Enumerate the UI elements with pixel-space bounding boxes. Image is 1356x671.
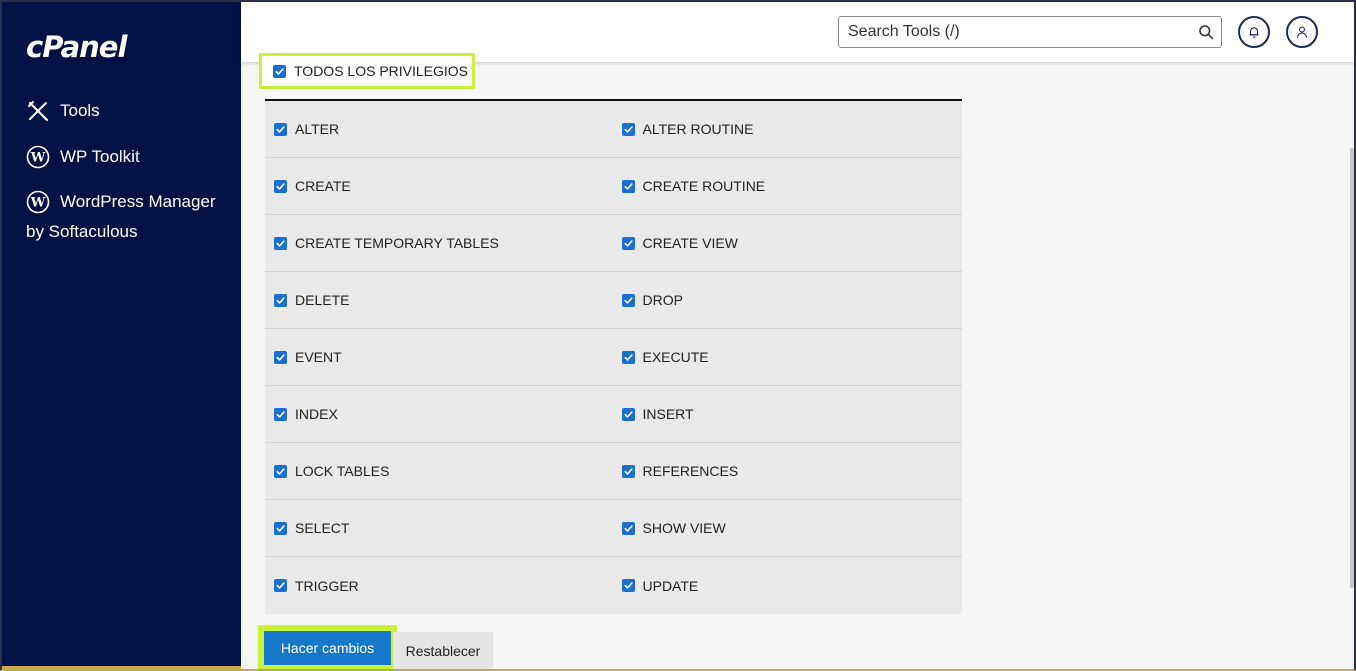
checkbox-checked[interactable] xyxy=(274,179,287,193)
privilege-checkbox[interactable]: CREATE VIEW xyxy=(614,215,963,271)
checkbox-checked[interactable] xyxy=(621,179,635,193)
privilege-checkbox[interactable]: EVENT xyxy=(265,329,614,385)
wordpress-icon: W xyxy=(26,190,50,214)
checkbox-checked[interactable] xyxy=(621,407,635,421)
wordpress-icon: W xyxy=(26,145,50,169)
checkbox-checked[interactable] xyxy=(274,350,287,364)
checkbox-checked[interactable] xyxy=(621,293,635,307)
privilege-label: SHOW VIEW xyxy=(642,520,726,536)
save-changes-button[interactable]: Hacer cambios xyxy=(258,625,397,671)
user-icon xyxy=(1295,25,1309,39)
checkbox-checked[interactable] xyxy=(621,350,635,364)
checkbox-checked[interactable] xyxy=(621,236,635,250)
privilege-label: CREATE TEMPORARY TABLES xyxy=(295,235,499,251)
privilege-checkbox[interactable]: SELECT xyxy=(265,500,614,556)
reset-button[interactable]: Restablecer xyxy=(393,632,493,669)
privilege-label: INSERT xyxy=(642,406,694,422)
privilege-row: CREATE CREATE ROUTINE xyxy=(265,158,962,215)
sidebar-item-sublabel: by Softaculous xyxy=(26,222,138,241)
privilege-label: DROP xyxy=(642,292,683,308)
privilege-label: ALTER xyxy=(295,121,340,137)
sidebar-item-label: Tools xyxy=(60,101,100,120)
privilege-label: LOCK TABLES xyxy=(295,463,390,479)
sidebar-item-wordpress-manager[interactable]: W WordPress Manager by Softaculous xyxy=(26,190,226,242)
privilege-checkbox[interactable]: EXECUTE xyxy=(614,329,963,385)
all-privileges-label: TODOS LOS PRIVILEGIOS xyxy=(294,63,469,79)
privilege-label: EVENT xyxy=(295,349,342,365)
privilege-checkbox[interactable]: CREATE ROUTINE xyxy=(614,158,963,214)
search-input[interactable] xyxy=(839,17,1191,47)
cpanel-logo: cPanel xyxy=(26,30,127,64)
privilege-checkbox[interactable]: INDEX xyxy=(265,386,614,442)
privilege-label: INDEX xyxy=(295,406,338,422)
svg-text:W: W xyxy=(30,196,46,211)
sidebar-item-tools[interactable]: Tools xyxy=(26,99,100,123)
checkbox-checked[interactable] xyxy=(274,122,287,136)
privilege-row: CREATE TEMPORARY TABLES CREATE VIEW xyxy=(265,215,962,272)
privilege-checkbox[interactable]: TRIGGER xyxy=(265,557,614,614)
scrollbar[interactable] xyxy=(1350,148,1354,588)
privilege-label: SELECT xyxy=(295,520,350,536)
sidebar: cPanel Tools W WP Toolkit W WordPress Ma… xyxy=(2,2,241,669)
privilege-label: UPDATE xyxy=(642,577,699,594)
privilege-row: EVENT EXECUTE xyxy=(265,329,962,386)
checkbox-checked[interactable] xyxy=(621,122,635,136)
privilege-checkbox[interactable]: SHOW VIEW xyxy=(614,500,963,556)
privilege-checkbox[interactable]: CREATE xyxy=(265,158,614,214)
privilege-checkbox[interactable]: DROP xyxy=(614,272,963,328)
privilege-checkbox[interactable]: ALTER ROUTINE xyxy=(614,101,963,157)
privilege-checkbox[interactable]: LOCK TABLES xyxy=(265,443,614,499)
sidebar-item-label: WordPress Manager xyxy=(60,192,216,211)
checkbox-checked[interactable] xyxy=(274,579,287,592)
tools-icon xyxy=(26,99,50,123)
save-changes-label[interactable]: Hacer cambios xyxy=(264,631,391,665)
checkbox-checked[interactable] xyxy=(621,521,635,535)
privilege-row: TRIGGER UPDATE xyxy=(265,557,962,614)
privilege-label: DELETE xyxy=(295,292,350,308)
svg-text:W: W xyxy=(30,151,46,166)
notifications-button[interactable] xyxy=(1238,16,1270,48)
search-box xyxy=(838,16,1222,48)
checkbox-checked[interactable] xyxy=(621,464,635,478)
checkbox-checked[interactable] xyxy=(621,579,635,592)
privilege-checkbox[interactable]: INSERT xyxy=(614,386,963,442)
bell-icon xyxy=(1247,25,1261,39)
all-privileges-checkbox[interactable]: TODOS LOS PRIVILEGIOS xyxy=(259,53,475,89)
privilege-label: CREATE xyxy=(295,178,351,194)
privilege-checkbox[interactable]: REFERENCES xyxy=(614,443,963,499)
sidebar-item-wp-toolkit[interactable]: W WP Toolkit xyxy=(26,145,140,169)
privilege-row: SELECT SHOW VIEW xyxy=(265,500,962,557)
checkbox-checked[interactable] xyxy=(273,64,286,78)
privileges-table: ALTER ALTER ROUTINE CREATE CREATE ROUTINE CR… xyxy=(265,99,962,614)
privilege-row: LOCK TABLES REFERENCES xyxy=(265,443,962,500)
user-menu-button[interactable] xyxy=(1286,16,1318,48)
privilege-label: ALTER ROUTINE xyxy=(642,121,754,137)
privilege-label: EXECUTE xyxy=(642,349,709,365)
checkbox-checked[interactable] xyxy=(274,293,287,307)
checkbox-checked[interactable] xyxy=(274,407,287,421)
privilege-checkbox[interactable]: UPDATE xyxy=(614,557,963,614)
privilege-label: CREATE VIEW xyxy=(642,235,738,251)
sidebar-item-label: WP Toolkit xyxy=(60,147,140,166)
privilege-label: TRIGGER xyxy=(295,577,359,594)
privilege-row: INDEX INSERT xyxy=(265,386,962,443)
checkbox-checked[interactable] xyxy=(274,464,287,478)
privilege-checkbox[interactable]: DELETE xyxy=(265,272,614,328)
checkbox-checked[interactable] xyxy=(274,521,287,535)
privilege-checkbox[interactable]: ALTER xyxy=(265,101,614,157)
privilege-label: CREATE ROUTINE xyxy=(642,178,766,194)
checkbox-checked[interactable] xyxy=(274,236,287,250)
privilege-row: ALTER ALTER ROUTINE xyxy=(265,101,962,158)
search-icon[interactable] xyxy=(1191,17,1221,47)
privilege-label: REFERENCES xyxy=(642,463,739,479)
privilege-row: DELETE DROP xyxy=(265,272,962,329)
privilege-checkbox[interactable]: CREATE TEMPORARY TABLES xyxy=(265,215,614,271)
